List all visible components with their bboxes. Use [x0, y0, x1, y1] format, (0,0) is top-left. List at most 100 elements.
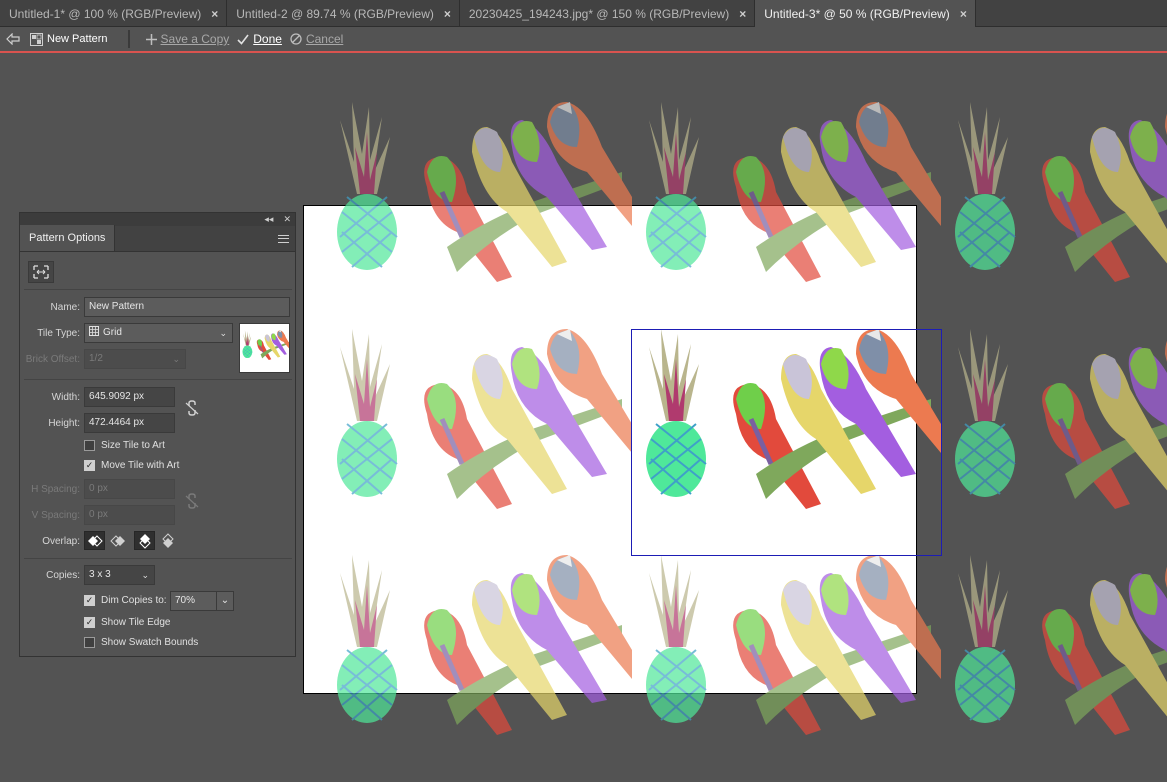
cancel-icon — [290, 33, 302, 45]
dim-copies-label: Dim Copies to: — [101, 595, 167, 606]
right-in-front-button[interactable] — [107, 531, 128, 550]
overlap-left-icon — [87, 534, 103, 547]
save-copy-button[interactable]: Save a Copy — [145, 32, 230, 46]
tab-jpg[interactable]: 20230425_194243.jpg* @ 150 % (RGB/Previe… — [460, 0, 756, 27]
pattern-copy — [322, 555, 632, 781]
copies-label: Copies: — [46, 570, 80, 581]
pattern-copy — [322, 329, 632, 555]
dim-copies-value: 70% — [175, 595, 196, 606]
tab-label: Untitled-1* @ 100 % (RGB/Preview) — [9, 6, 202, 21]
chevron-down-icon: ⌄ — [172, 354, 180, 364]
close-icon[interactable]: × — [960, 7, 967, 21]
pattern-thumbnail — [239, 323, 290, 373]
checkbox-checked[interactable]: ✓ — [84, 460, 95, 471]
tile-type-select[interactable]: Grid ⌄ — [84, 323, 233, 343]
close-icon[interactable]: × — [211, 7, 218, 21]
name-label: Name: — [50, 302, 80, 313]
height-input[interactable]: 472.4464 px — [84, 413, 175, 433]
save-copy-label: Save a Copy — [160, 32, 230, 46]
grid-icon — [89, 326, 99, 336]
tab-untitled-2[interactable]: Untitled-2 @ 89.74 % (RGB/Preview) × — [227, 0, 460, 27]
cancel-button[interactable]: Cancel — [290, 32, 343, 46]
overlap-bottom-icon — [161, 532, 174, 548]
tab-label: Untitled-3* @ 50 % (RGB/Preview) — [764, 6, 950, 21]
tab-label: 20230425_194243.jpg* @ 150 % (RGB/Previe… — [468, 6, 730, 21]
show-tile-edge-label: Show Tile Edge — [101, 617, 171, 628]
name-input[interactable]: New Pattern — [84, 297, 290, 317]
pattern-copy — [631, 102, 941, 328]
checkbox[interactable] — [84, 637, 95, 648]
cancel-label: Cancel — [305, 32, 344, 46]
constrain-proportions-button[interactable] — [181, 398, 203, 418]
tile-type-value: Grid — [103, 327, 122, 338]
v-spacing-input[interactable]: 0 px — [84, 505, 175, 525]
pattern-copy — [631, 555, 941, 781]
pattern-tile-tool-icon — [33, 265, 49, 279]
copies-select[interactable]: 3 x 3 ⌄ — [84, 565, 155, 585]
divider — [127, 30, 130, 48]
overlap-label: Overlap: — [42, 536, 80, 547]
size-tile-to-art-checkbox[interactable]: Size Tile to Art — [84, 440, 165, 451]
show-tile-edge-checkbox[interactable]: ✓ Show Tile Edge — [84, 617, 171, 628]
close-icon[interactable]: ✕ — [283, 215, 291, 224]
brick-offset-label: Brick Offset: — [25, 354, 80, 365]
done-label: Done — [253, 32, 282, 46]
v-spacing-label: V Spacing: — [31, 510, 80, 521]
dim-copies-checkbox[interactable]: ✓ Dim Copies to: — [84, 595, 167, 606]
h-spacing-input[interactable]: 0 px — [84, 479, 175, 499]
pattern-name: New Pattern — [30, 32, 108, 46]
panel-header: Pattern Options — [20, 225, 295, 252]
divider — [24, 379, 292, 380]
divider — [24, 289, 292, 290]
overlap-top-icon — [138, 533, 151, 549]
unlink-icon — [185, 400, 199, 416]
collapse-icon[interactable]: ◂◂ — [264, 215, 273, 224]
pattern-options-panel: ◂◂ ✕ Pattern Options Name: New Pattern T… — [19, 212, 296, 657]
back-arrow-icon[interactable] — [2, 28, 24, 50]
document-tab-bar: Untitled-1* @ 100 % (RGB/Preview) × Unti… — [0, 0, 1167, 27]
size-tile-to-art-label: Size Tile to Art — [101, 440, 165, 451]
pattern-icon — [30, 32, 43, 46]
close-icon[interactable]: × — [444, 7, 451, 21]
panel-menu-icon[interactable] — [278, 235, 289, 243]
divider — [24, 558, 292, 559]
chevron-down-icon: ⌄ — [219, 328, 227, 338]
brick-offset-select[interactable]: 1/2 ⌄ — [84, 349, 186, 369]
checkmark-icon — [237, 34, 249, 45]
bottom-in-front-button[interactable] — [157, 531, 178, 550]
close-icon[interactable]: × — [739, 7, 746, 21]
pattern-copy — [940, 555, 1167, 781]
tab-label: Untitled-2 @ 89.74 % (RGB/Preview) — [236, 6, 434, 21]
pattern-tile-tool-button[interactable] — [28, 261, 54, 283]
tab-untitled-1[interactable]: Untitled-1* @ 100 % (RGB/Preview) × — [0, 0, 228, 27]
dim-copies-dropdown-button[interactable]: ⌄ — [216, 591, 234, 611]
done-button[interactable]: Done — [237, 32, 282, 46]
show-swatch-bounds-checkbox[interactable]: Show Swatch Bounds — [84, 637, 198, 648]
overlap-right-icon — [109, 534, 125, 547]
plus-icon — [145, 33, 157, 45]
unlink-icon — [185, 493, 199, 509]
move-tile-with-art-label: Move Tile with Art — [101, 460, 180, 471]
tile-edge-box[interactable] — [631, 329, 942, 556]
top-in-front-button[interactable] — [134, 531, 155, 550]
height-label: Height: — [48, 418, 80, 429]
pattern-edit-bar: New Pattern Save a Copy Done Cancel — [0, 27, 1167, 53]
panel-tab-pattern-options[interactable]: Pattern Options — [20, 225, 116, 251]
pattern-name-label: New Pattern — [47, 33, 108, 45]
chevron-down-icon: ⌄ — [220, 595, 230, 606]
spacing-link-button[interactable] — [181, 491, 203, 511]
pattern-copy — [322, 102, 632, 328]
checkbox[interactable] — [84, 440, 95, 451]
pattern-copy — [940, 329, 1167, 555]
checkbox-checked[interactable]: ✓ — [84, 595, 95, 606]
width-label: Width: — [51, 392, 80, 403]
pattern-copy — [940, 102, 1167, 328]
move-tile-with-art-checkbox[interactable]: ✓ Move Tile with Art — [84, 460, 179, 471]
left-in-front-button[interactable] — [84, 531, 105, 550]
width-input[interactable]: 645.9092 px — [84, 387, 175, 407]
tile-type-label: Tile Type: — [37, 328, 80, 339]
tab-untitled-3[interactable]: Untitled-3* @ 50 % (RGB/Preview) × — [755, 0, 976, 27]
brick-offset-value: 1/2 — [89, 353, 103, 364]
checkbox-checked[interactable]: ✓ — [84, 617, 95, 628]
show-swatch-bounds-label: Show Swatch Bounds — [101, 637, 199, 648]
